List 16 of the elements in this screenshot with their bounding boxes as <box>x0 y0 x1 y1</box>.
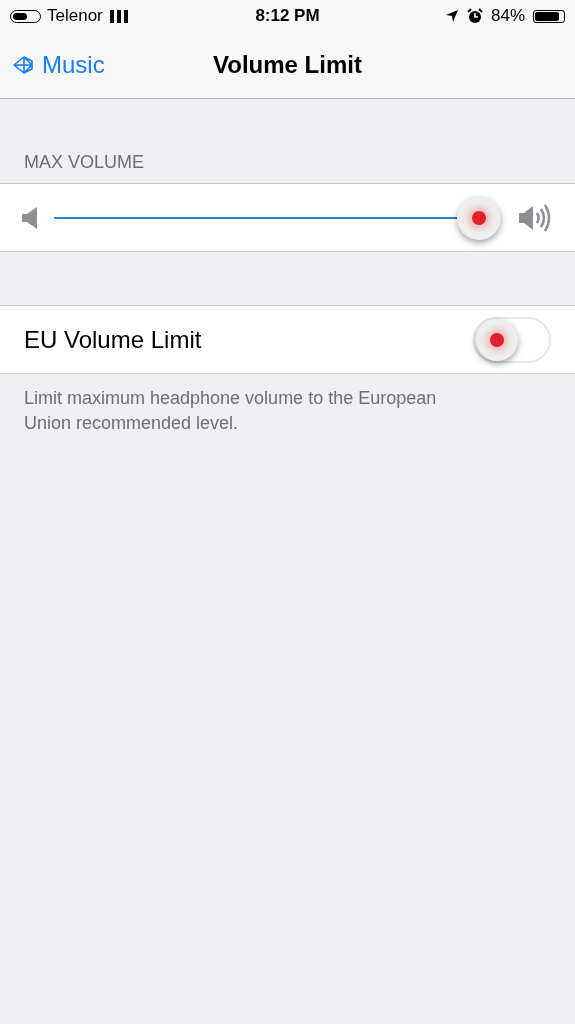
page-title: Volume Limit <box>213 50 362 80</box>
alarm-clock-icon <box>466 8 483 24</box>
slider-thumb[interactable] <box>457 195 501 240</box>
back-chevron-icon <box>12 55 34 75</box>
section-header: MAX VOLUME <box>23 151 146 174</box>
status-time: 8:12 PM <box>255 5 320 28</box>
section-footer: Limit maximum headphone volume to the European Union recommended level. <box>0 374 500 436</box>
back-button[interactable]: Music <box>12 47 105 83</box>
battery-percent: 84% <box>490 5 525 28</box>
battery-level-icon <box>533 9 565 23</box>
location-arrow-icon <box>444 9 459 23</box>
setting-label: EU Volume Limit <box>24 324 202 355</box>
carrier-name: Telenor <box>47 5 103 28</box>
toggle-switch[interactable] <box>473 316 551 363</box>
signal-icon <box>108 9 129 23</box>
speaker-low-icon <box>22 206 38 229</box>
